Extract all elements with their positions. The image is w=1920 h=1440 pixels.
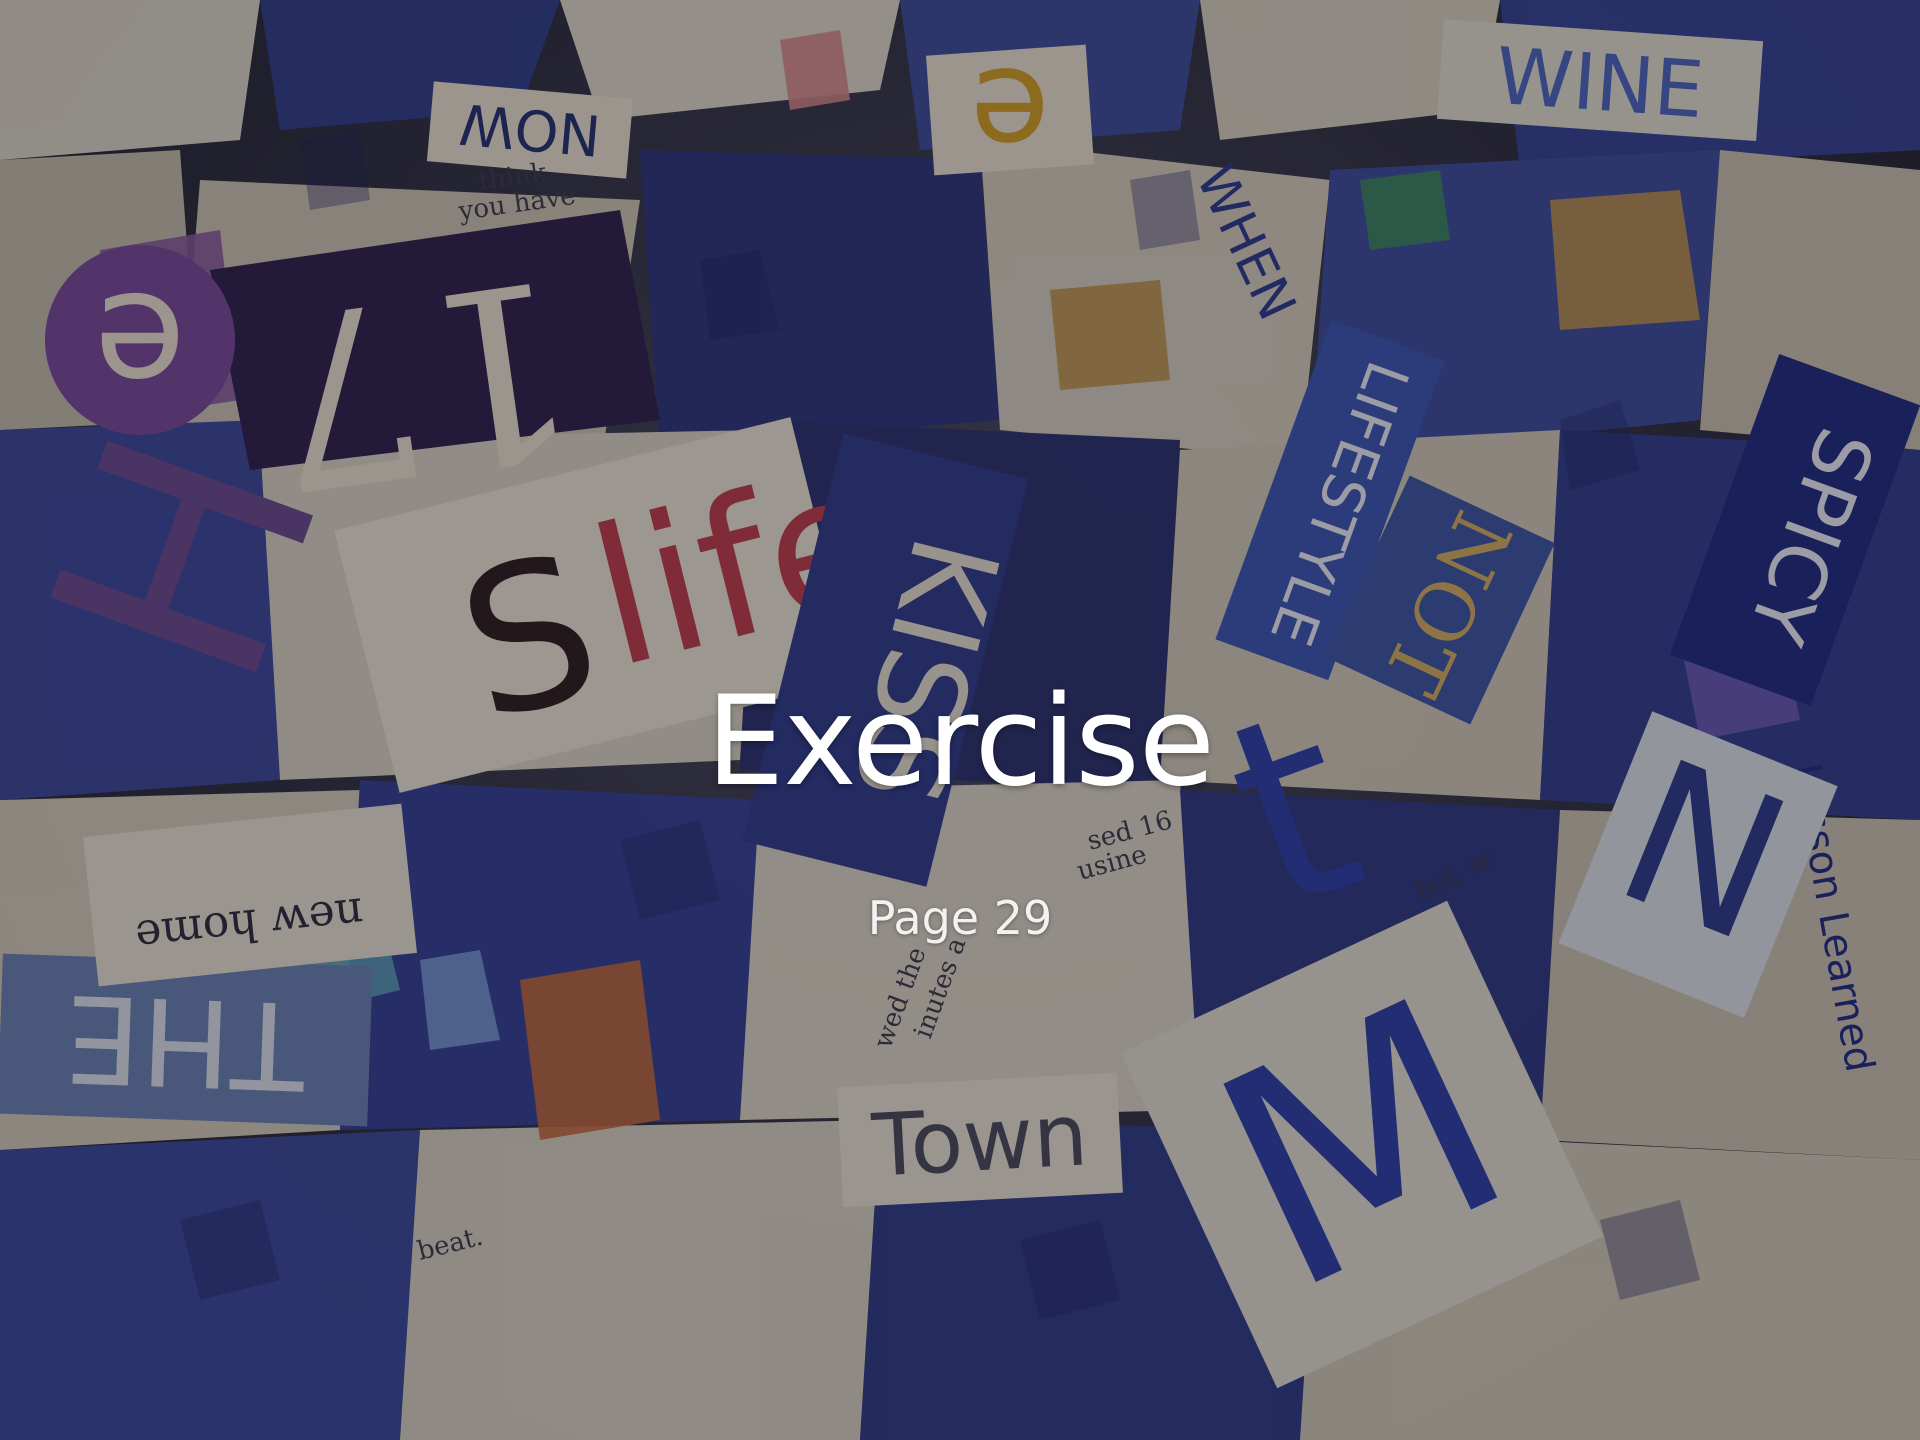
slide-title: Exercise: [706, 670, 1215, 814]
slide-subtitle: Page 29: [867, 891, 1053, 945]
slide: 17 e e NOW WINE S life H KISS LIFESTYLE …: [0, 0, 1920, 1440]
